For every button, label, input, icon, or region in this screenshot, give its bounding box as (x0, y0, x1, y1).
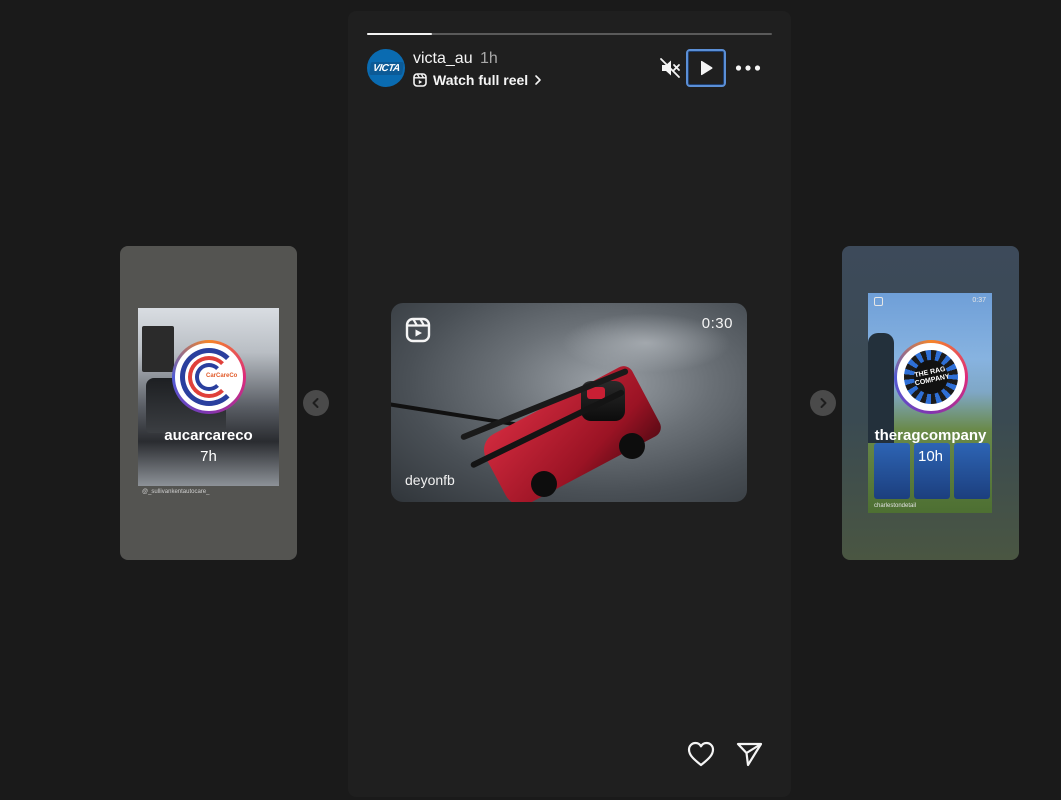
avatar-logo-text: VICTA (368, 61, 404, 75)
next-story-mini-duration: 0:37 (972, 297, 986, 304)
prev-story-username: aucarcareco (164, 427, 253, 444)
reel-mower-deck (477, 362, 665, 502)
more-horizontal-icon (735, 65, 761, 71)
chevron-left-icon (312, 398, 319, 408)
like-button[interactable] (686, 739, 716, 769)
reel-credit[interactable]: deyonfb (405, 472, 455, 488)
reel-preview[interactable]: 0:30 deyonfb (391, 303, 747, 502)
watch-full-reel-label: Watch full reel (433, 72, 529, 88)
stories-viewer: @_sullivankentautocare_ CarCareCo aucarc… (0, 0, 1061, 800)
author-avatar[interactable]: VICTA (367, 49, 405, 87)
prev-story-avatar: CarCareCo (172, 340, 246, 414)
previous-story-button[interactable] (303, 390, 329, 416)
watch-full-reel-link[interactable]: Watch full reel (413, 72, 542, 88)
story-header: VICTA victa_au 1h Watch full reel (367, 49, 772, 89)
mute-button[interactable] (657, 55, 683, 81)
post-time: 1h (480, 50, 498, 67)
next-story-username: theragcompany (874, 427, 987, 444)
logo-text: CarCareCo (206, 373, 238, 379)
reels-icon (413, 73, 427, 87)
share-button[interactable] (734, 739, 764, 769)
next-story-time: 10h (917, 448, 944, 465)
chevron-right-icon (820, 398, 827, 408)
current-story[interactable]: VICTA victa_au 1h Watch full reel 0:30 d… (348, 11, 791, 797)
send-icon (736, 742, 763, 767)
prev-story-card[interactable]: @_sullivankentautocare_ CarCareCo aucarc… (120, 246, 297, 560)
next-story-button[interactable] (810, 390, 836, 416)
story-progress-bar (367, 33, 772, 35)
next-story-avatar: THE RAG COMPANY (894, 340, 968, 414)
play-button[interactable] (686, 49, 726, 87)
reel-wheel (619, 433, 645, 459)
heart-icon (687, 741, 715, 767)
ragcompany-logo: THE RAG COMPANY (897, 343, 965, 411)
next-story-card[interactable]: 0:37 charlestondetail THE RAG COMPANY th… (842, 246, 1019, 560)
play-icon (701, 60, 713, 76)
speaker-muted-icon (660, 58, 680, 78)
mini-reels-icon (874, 297, 883, 306)
reel-duration: 0:30 (701, 315, 733, 332)
story-progress-fill (367, 33, 432, 35)
more-options-button[interactable] (733, 55, 763, 81)
reel-wheel (531, 471, 557, 497)
reels-icon (405, 317, 431, 343)
carcareco-logo: CarCareCo (175, 343, 243, 411)
prev-story-time: 7h (200, 448, 217, 465)
story-actions (686, 739, 764, 769)
author-username[interactable]: victa_au (413, 50, 473, 68)
next-story-caption: charlestondetail (874, 503, 917, 509)
chevron-right-icon (535, 75, 541, 85)
thumbnail-sign (142, 326, 174, 372)
prev-story-caption: @_sullivankentautocare_ (142, 489, 210, 495)
